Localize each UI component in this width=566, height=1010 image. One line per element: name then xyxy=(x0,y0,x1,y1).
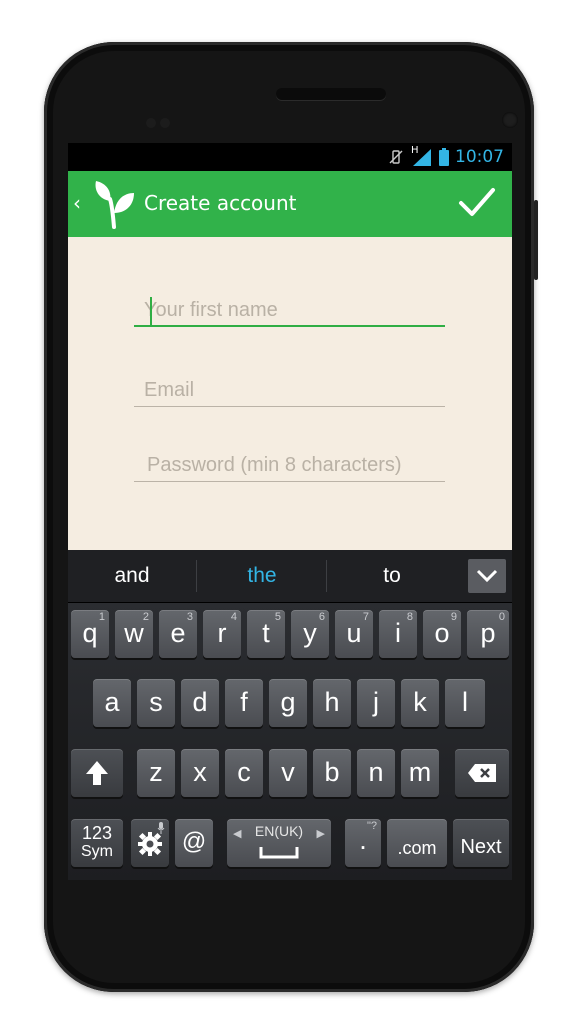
key-w[interactable]: 2w xyxy=(115,610,153,658)
key-t[interactable]: 5t xyxy=(247,610,285,658)
key-a[interactable]: a xyxy=(93,679,131,727)
check-icon[interactable] xyxy=(458,185,496,225)
password-field[interactable] xyxy=(134,448,445,482)
suggestion-strip: and the to xyxy=(68,550,512,603)
chevron-down-icon xyxy=(476,569,498,583)
key-j[interactable]: j xyxy=(357,679,395,727)
action-bar: ‹ Create account xyxy=(68,171,512,237)
password-input[interactable] xyxy=(134,448,445,482)
shift-key[interactable] xyxy=(71,749,123,797)
email-input[interactable] xyxy=(134,373,445,407)
form-area xyxy=(68,237,512,550)
key-k[interactable]: k xyxy=(401,679,439,727)
next-key[interactable]: Next xyxy=(453,819,509,867)
key-f[interactable]: f xyxy=(225,679,263,727)
symbols-key[interactable]: 123 Sym xyxy=(71,819,123,867)
symbols-label-top: 123 xyxy=(81,823,113,843)
dotcom-key[interactable]: .com xyxy=(387,819,447,867)
text-cursor xyxy=(150,297,152,325)
language-label: EN(UK) xyxy=(254,823,304,839)
space-bar-icon xyxy=(259,847,299,859)
key-v[interactable]: v xyxy=(269,749,307,797)
shift-icon xyxy=(86,761,108,785)
key-s[interactable]: s xyxy=(137,679,175,727)
soft-keyboard: 1q 2w 3e 4r 5t 6y 7u 8i 9o 0p a s d f g … xyxy=(68,603,512,880)
settings-key[interactable] xyxy=(131,819,169,867)
key-i[interactable]: 8i xyxy=(379,610,417,658)
key-p[interactable]: 0p xyxy=(467,610,509,658)
signal-icon: H xyxy=(411,145,433,167)
key-g[interactable]: g xyxy=(269,679,307,727)
key-q[interactable]: 1q xyxy=(71,610,109,658)
page-title: Create account xyxy=(144,191,297,215)
space-key[interactable]: ◀ EN(UK) ▶ xyxy=(227,819,331,867)
key-o[interactable]: 9o xyxy=(423,610,461,658)
collapse-suggestions-button[interactable] xyxy=(468,559,506,593)
password-underline xyxy=(134,481,445,482)
email-underline xyxy=(134,406,445,407)
email-field[interactable] xyxy=(134,373,445,407)
status-bar: H 10:07 xyxy=(68,143,512,171)
suggestion-2[interactable]: the xyxy=(198,550,326,602)
light-sensor xyxy=(160,118,170,128)
leaf-logo-icon[interactable] xyxy=(92,179,136,233)
period-key[interactable]: "? . xyxy=(345,819,381,867)
suggestion-divider xyxy=(326,560,327,592)
key-m[interactable]: m xyxy=(401,749,439,797)
screen: H 10:07 ‹ Create account Your first name… xyxy=(68,143,512,880)
proximity-sensor xyxy=(146,118,156,128)
power-button xyxy=(534,200,538,280)
key-u[interactable]: 7u xyxy=(335,610,373,658)
at-key[interactable]: @ xyxy=(175,819,213,867)
up-navigation-icon[interactable]: ‹ xyxy=(73,191,81,215)
key-b[interactable]: b xyxy=(313,749,351,797)
key-n[interactable]: n xyxy=(357,749,395,797)
right-arrow-icon: ▶ xyxy=(316,828,325,840)
key-c[interactable]: c xyxy=(225,749,263,797)
vibrate-muted-icon xyxy=(387,148,405,166)
key-r[interactable]: 4r xyxy=(203,610,241,658)
battery-icon xyxy=(439,148,449,166)
key-e[interactable]: 3e xyxy=(159,610,197,658)
key-d[interactable]: d xyxy=(181,679,219,727)
status-clock: 10:07 xyxy=(455,147,504,167)
gear-icon xyxy=(138,832,162,856)
microphone-icon xyxy=(157,822,165,834)
first-name-input[interactable] xyxy=(134,293,445,327)
symbols-label-bottom: Sym xyxy=(81,843,113,860)
suggestion-divider xyxy=(196,560,197,592)
earpiece-speaker xyxy=(276,88,386,100)
key-x[interactable]: x xyxy=(181,749,219,797)
suggestion-1[interactable]: and xyxy=(68,550,196,602)
network-type-label: H xyxy=(411,145,419,156)
key-l[interactable]: l xyxy=(445,679,485,727)
front-camera xyxy=(502,112,518,128)
backspace-icon xyxy=(468,764,496,782)
backspace-key[interactable] xyxy=(455,749,509,797)
key-z[interactable]: z xyxy=(137,749,175,797)
key-y[interactable]: 6y xyxy=(291,610,329,658)
first-name-underline xyxy=(134,325,445,327)
key-h[interactable]: h xyxy=(313,679,351,727)
suggestion-3[interactable]: to xyxy=(328,550,456,602)
first-name-field[interactable] xyxy=(134,293,445,327)
